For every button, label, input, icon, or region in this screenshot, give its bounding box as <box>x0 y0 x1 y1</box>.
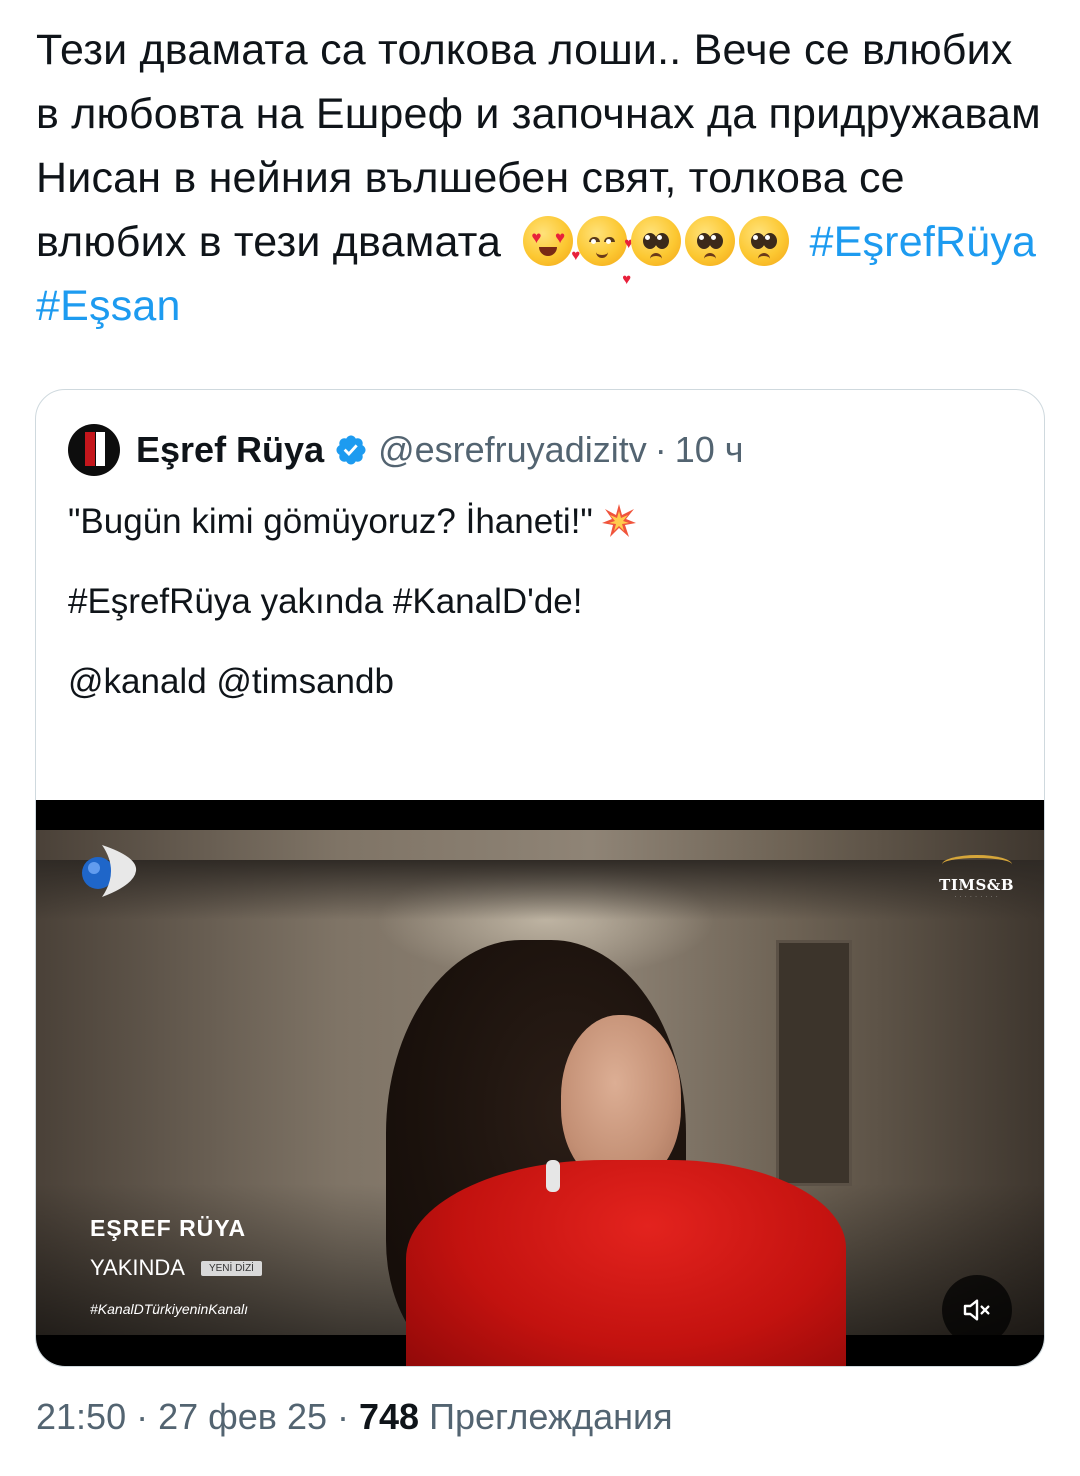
avatar[interactable] <box>68 424 120 476</box>
hashtag-link[interactable]: #Eşsan <box>36 282 181 330</box>
quoted-line-2: #EşrefRüya yakında #KanalD'de! <box>68 582 583 621</box>
pleading-face-emoji-icon <box>739 215 790 266</box>
video-overlay-subtitle: YAKINDA YENİ DİZİ <box>90 1255 262 1281</box>
new-series-badge: YENİ DİZİ <box>200 1260 262 1276</box>
views-label[interactable]: Преглеждания <box>429 1396 672 1437</box>
quoted-tweet-body: "Bugün kimi gömüyoruz? İhaneti!" #EşrefR… <box>68 500 1008 740</box>
heart-eyes-emoji-icon: ♥ ♥ <box>523 215 574 266</box>
speaker-muted-icon <box>963 1299 990 1321</box>
hashtag-link[interactable]: #EşrefRüya <box>809 218 1036 266</box>
smiling-face-with-hearts-emoji-icon: ♥ ♥ ♥ <box>571 215 633 288</box>
verified-badge-icon <box>336 435 366 465</box>
quoted-tweet-card[interactable]: Eşref Rüya @esrefruyadizitv · 10 ч "Bugü… <box>35 389 1045 1367</box>
tims-b-logo: TIMS&B · · · · · · · · · <box>939 855 1014 900</box>
separator-dot: · <box>136 1396 149 1437</box>
separator-dot: · <box>654 429 667 470</box>
video-overlay-hashtag: #KanalDTürkiyeninKanalı <box>90 1301 248 1317</box>
tweet-text: Тези двамата са толкова лоши.. Вече се в… <box>36 18 1046 338</box>
tweet-date[interactable]: 27 фев 25 <box>158 1396 327 1437</box>
emoji-group: ♥ ♥ ♥ ♥ ♥ <box>523 215 790 288</box>
views-count[interactable]: 748 <box>359 1396 419 1437</box>
quoted-line-1: "Bugün kimi gömüyoruz? İhaneti!" <box>68 500 1008 544</box>
tweet-metadata: 21:50 · 27 фев 25 · 748 Преглеждания <box>36 1385 1046 1449</box>
mute-button[interactable] <box>942 1275 1012 1345</box>
pleading-face-emoji-icon <box>631 215 682 266</box>
collision-emoji-icon <box>601 503 636 537</box>
quoted-timestamp[interactable]: 10 ч <box>675 429 744 471</box>
tweet-time[interactable]: 21:50 <box>36 1396 126 1437</box>
quoted-author-handle[interactable]: @esrefruyadizitv <box>378 429 647 471</box>
video-player[interactable]: TIMS&B · · · · · · · · · EŞREF RÜYA YAKI… <box>36 800 1044 1366</box>
separator-dot: · <box>337 1396 349 1437</box>
video-overlay-title: EŞREF RÜYA <box>90 1215 247 1241</box>
quoted-author-name[interactable]: Eşref Rüya <box>136 429 324 471</box>
quoted-tweet-header: Eşref Rüya @esrefruyadizitv · 10 ч <box>68 420 744 480</box>
pleading-face-emoji-icon <box>685 215 736 266</box>
quoted-line-3: @kanald @timsandb <box>68 662 394 701</box>
kanal-d-logo-icon <box>82 845 137 897</box>
